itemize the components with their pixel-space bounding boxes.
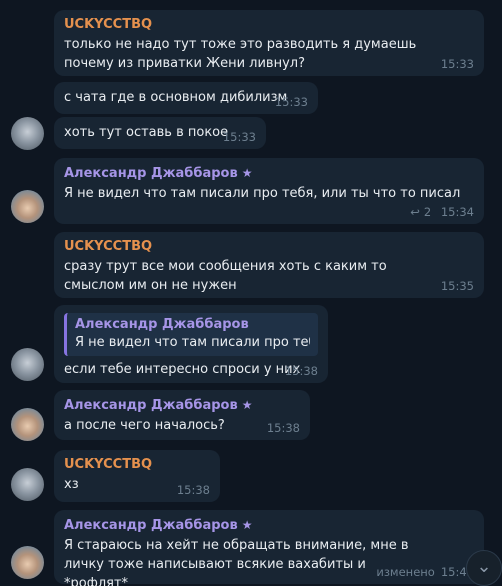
message-sender[interactable]: UCKYCCTBQ: [64, 16, 474, 34]
message-bubble[interactable]: UCKYCCTBQ только не надо тут тоже это ра…: [54, 10, 484, 76]
avatar[interactable]: [11, 546, 44, 579]
chevron-down-icon[interactable]: ⌄: [466, 550, 502, 586]
reply-quote[interactable]: Александр Джаббаров Я не видел что там п…: [64, 313, 318, 356]
message-sender[interactable]: UCKYCCTBQ: [64, 456, 210, 474]
avatar[interactable]: [11, 117, 44, 150]
reply-arrow-icon[interactable]: ↩: [410, 205, 420, 219]
edited-label: изменено: [376, 565, 435, 579]
message-time: 15:33: [440, 57, 474, 71]
message-time: 15:38: [284, 364, 318, 378]
reply-count[interactable]: 2: [424, 205, 431, 219]
quote-sender: Александр Джаббаров: [75, 317, 249, 332]
message-time: 15:34: [440, 205, 474, 219]
message-time: 15:33: [222, 130, 256, 144]
message-bubble[interactable]: Александр Джаббаров ★ а после чего начало…: [54, 390, 310, 440]
quote-text: Я не видел что там писали про тебя,...: [75, 335, 310, 350]
avatar[interactable]: [11, 468, 44, 501]
sender-name: Александр Джаббаров: [64, 398, 238, 413]
avatar[interactable]: [11, 348, 44, 381]
message-time: 15:35: [440, 279, 474, 293]
message-text: Я стараюсь на хейт не обращать внимание,…: [64, 538, 409, 586]
message-text: сразу трут все мои сообщения хоть с каки…: [64, 259, 387, 293]
message-text: Я не видел что там писали про тебя, или …: [64, 186, 461, 201]
sender-name: Александр Джаббаров: [64, 518, 238, 533]
star-icon: ★: [241, 398, 253, 412]
message-meta: ↩ 2 15:34: [410, 205, 474, 219]
message-bubble[interactable]: UCKYCCTBQ хз 15:38: [54, 450, 220, 502]
star-icon: ★: [241, 518, 253, 532]
message-time: 15:38: [176, 483, 210, 497]
message-meta: изменено 15:43: [376, 565, 474, 579]
message-time: 15:38: [266, 421, 300, 435]
message-bubble[interactable]: хоть тут оставь в покое 15:33: [54, 117, 266, 149]
avatar[interactable]: [11, 408, 44, 441]
message-time: 15:33: [274, 95, 308, 109]
message-sender[interactable]: Александр Джаббаров ★: [64, 396, 300, 415]
message-bubble[interactable]: Александр Джаббаров Я не видел что там п…: [54, 305, 328, 383]
chat-history: UCKYCCTBQ только не надо тут тоже это ра…: [0, 0, 502, 586]
message-text: а после чего началось?: [64, 418, 225, 433]
message-text: только не надо тут тоже это разводить я …: [64, 37, 417, 71]
message-bubble[interactable]: Александр Джаббаров ★ Я стараюсь на хейт …: [54, 510, 484, 586]
star-icon: ★: [241, 166, 253, 180]
avatar[interactable]: [11, 190, 44, 223]
message-sender[interactable]: Александр Джаббаров ★: [64, 516, 474, 535]
message-sender[interactable]: Александр Джаббаров ★: [64, 164, 474, 183]
message-text: если тебе интересно спроси у них: [64, 362, 301, 377]
message-text: с чата где в основном дибилизм: [64, 90, 288, 105]
sender-name: Александр Джаббаров: [64, 166, 238, 181]
message-sender[interactable]: UCKYCCTBQ: [64, 238, 474, 256]
message-bubble[interactable]: Александр Джаббаров ★ Я не видел что там …: [54, 158, 484, 224]
message-bubble[interactable]: с чата где в основном дибилизм 15:33: [54, 82, 318, 114]
message-bubble[interactable]: UCKYCCTBQ сразу трут все мои сообщения х…: [54, 232, 484, 298]
